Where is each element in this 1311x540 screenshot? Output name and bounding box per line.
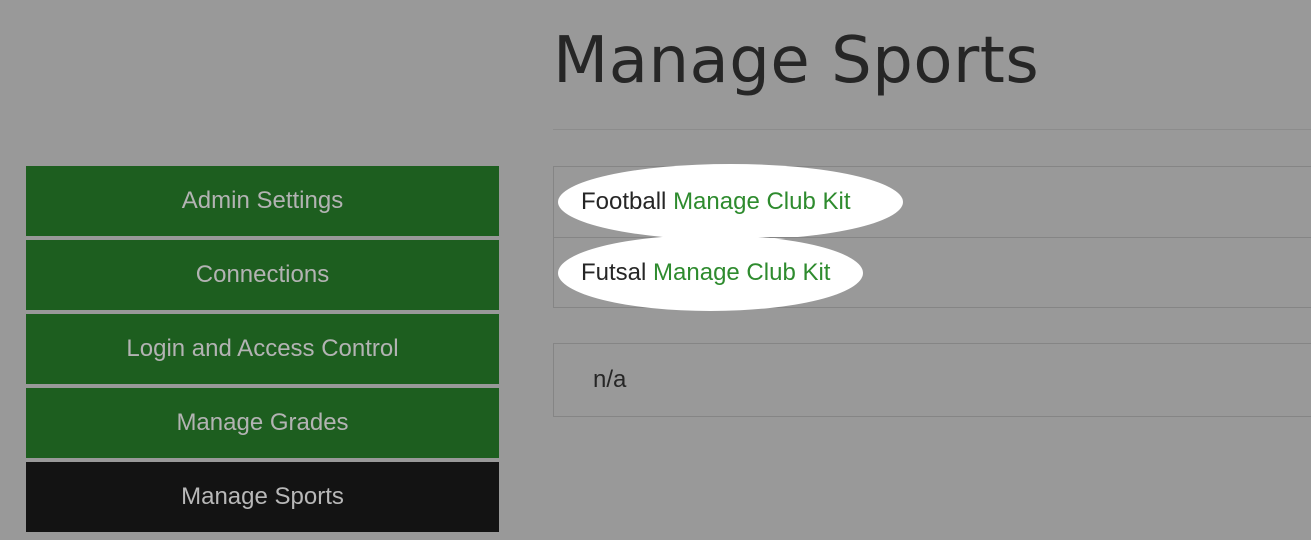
manage-club-kit-link[interactable]: Manage Club Kit [653, 259, 830, 286]
sport-name: Football [581, 188, 667, 215]
sport-name: Futsal [581, 259, 647, 286]
page-title: Manage Sports [553, 24, 1040, 98]
sidebar-item-manage-sports[interactable]: Manage Sports [26, 462, 499, 532]
sidebar-nav: Admin Settings Connections Login and Acc… [26, 166, 499, 536]
sidebar-item-admin-settings[interactable]: Admin Settings [26, 166, 499, 236]
sports-list: Football Manage Club Kit Futsal Manage C… [553, 164, 1311, 311]
sidebar-item-connections[interactable]: Connections [26, 240, 499, 310]
sidebar-item-manage-grades[interactable]: Manage Grades [26, 388, 499, 458]
title-divider [553, 129, 1311, 130]
sidebar-item-login-access-control[interactable]: Login and Access Control [26, 314, 499, 384]
empty-state-text: n/a [593, 366, 627, 393]
manage-club-kit-link[interactable]: Manage Club Kit [673, 188, 850, 215]
empty-state-box: n/a [553, 343, 1311, 417]
sport-row-futsal: Futsal Manage Club Kit [554, 235, 1311, 311]
sport-row-football: Football Manage Club Kit [554, 164, 1311, 240]
